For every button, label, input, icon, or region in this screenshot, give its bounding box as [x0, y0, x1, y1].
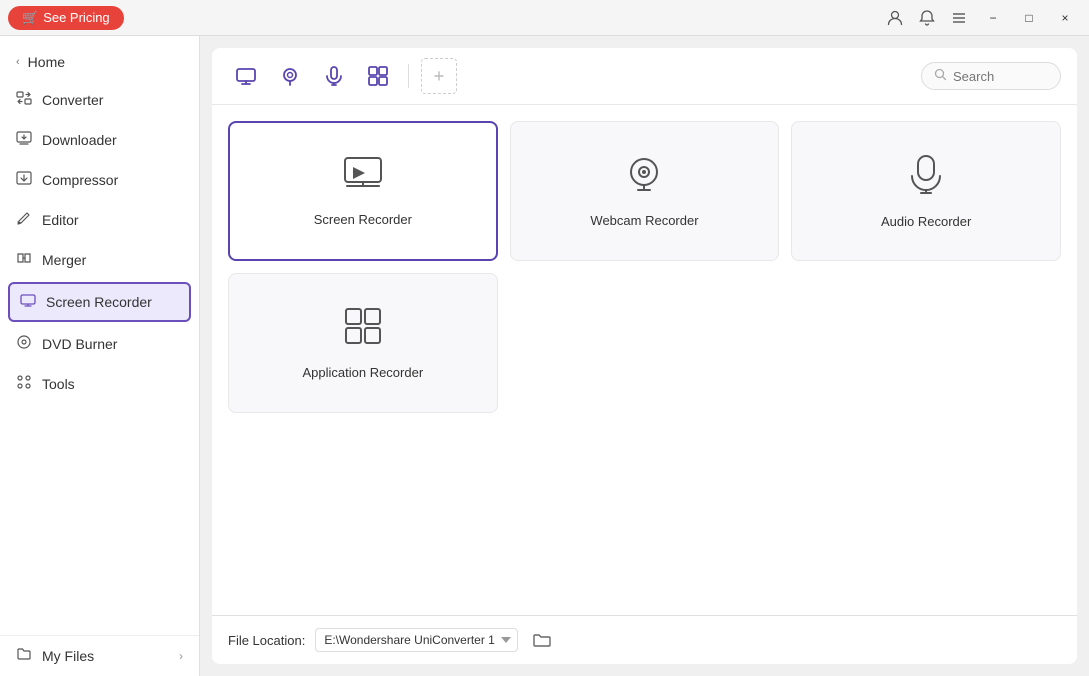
tab-webcam-recorder[interactable] — [272, 58, 308, 94]
footer-bar: File Location: E:\Wondershare UniConvert… — [212, 615, 1077, 664]
webcam-recorder-card-icon — [625, 155, 663, 201]
dvd-burner-icon — [16, 334, 32, 354]
minimize-button[interactable]: − — [977, 4, 1009, 32]
sidebar-item-merger[interactable]: Merger — [0, 240, 199, 280]
compressor-label: Compressor — [42, 172, 118, 188]
editor-label: Editor — [42, 212, 79, 228]
application-recorder-card-icon — [344, 307, 382, 353]
toolbar-divider — [408, 64, 409, 88]
sidebar-item-downloader[interactable]: Downloader — [0, 120, 199, 160]
screen-recorder-nav-label: Screen Recorder — [46, 294, 152, 310]
search-icon — [934, 68, 947, 84]
tools-icon — [16, 374, 32, 394]
editor-icon — [16, 210, 32, 230]
add-tab-button[interactable] — [421, 58, 457, 94]
main-panel: Screen Recorder Webcam Recorder — [212, 48, 1077, 664]
screen-recorder-nav-icon — [20, 292, 36, 312]
merger-label: Merger — [42, 252, 86, 268]
toolbar — [212, 48, 1077, 105]
close-button[interactable]: × — [1049, 4, 1081, 32]
search-box — [921, 62, 1061, 90]
tab-application-recorder[interactable] — [360, 58, 396, 94]
sidebar-item-tools[interactable]: Tools — [0, 364, 199, 404]
dvd-burner-label: DVD Burner — [42, 336, 117, 352]
see-pricing-button[interactable]: 🛒 See Pricing — [8, 6, 124, 30]
search-input[interactable] — [953, 69, 1043, 84]
sidebar-item-dvd-burner[interactable]: DVD Burner — [0, 324, 199, 364]
sidebar-item-compressor[interactable]: Compressor — [0, 160, 199, 200]
sidebar-spacer — [0, 404, 199, 635]
file-location-label: File Location: — [228, 633, 305, 648]
see-pricing-label: See Pricing — [43, 10, 109, 25]
card-application-recorder[interactable]: Application Recorder — [228, 273, 498, 413]
card-screen-recorder[interactable]: Screen Recorder — [228, 121, 498, 261]
app-body: ‹ Home Converter Do — [0, 36, 1089, 676]
sidebar: ‹ Home Converter Do — [0, 36, 200, 676]
webcam-recorder-card-label: Webcam Recorder — [590, 213, 698, 228]
screen-recorder-card-icon — [343, 156, 383, 200]
compressor-icon — [16, 170, 32, 190]
audio-recorder-card-label: Audio Recorder — [881, 214, 971, 229]
converter-icon — [16, 90, 32, 110]
sidebar-item-converter[interactable]: Converter — [0, 80, 199, 120]
tools-label: Tools — [42, 376, 75, 392]
notification-icon[interactable] — [913, 4, 941, 32]
downloader-label: Downloader — [42, 132, 117, 148]
merger-icon — [16, 250, 32, 270]
my-files-label: My Files — [42, 648, 94, 664]
screen-recorder-card-label: Screen Recorder — [314, 212, 412, 227]
sidebar-home[interactable]: ‹ Home — [0, 44, 199, 80]
sidebar-my-files[interactable]: My Files › — [0, 635, 199, 676]
downloader-icon — [16, 130, 32, 150]
titlebar: 🛒 See Pricing − □ × — [0, 0, 1089, 36]
menu-icon[interactable] — [945, 4, 973, 32]
file-location-select[interactable]: E:\Wondershare UniConverter 1 — [315, 628, 518, 652]
cart-icon: 🛒 — [22, 10, 38, 26]
tab-screen-recorder[interactable] — [228, 58, 264, 94]
back-icon: ‹ — [16, 56, 20, 68]
sidebar-item-editor[interactable]: Editor — [0, 200, 199, 240]
sidebar-item-screen-recorder[interactable]: Screen Recorder — [8, 282, 191, 322]
home-label: Home — [28, 54, 65, 70]
audio-recorder-card-icon — [908, 154, 944, 202]
user-icon[interactable] — [881, 4, 909, 32]
converter-label: Converter — [42, 92, 103, 108]
main-content: Screen Recorder Webcam Recorder — [200, 36, 1089, 676]
card-webcam-recorder[interactable]: Webcam Recorder — [510, 121, 780, 261]
cards-area: Screen Recorder Webcam Recorder — [212, 105, 1077, 615]
my-files-icon — [16, 646, 32, 666]
browse-folder-button[interactable] — [528, 626, 556, 654]
maximize-button[interactable]: □ — [1013, 4, 1045, 32]
card-audio-recorder[interactable]: Audio Recorder — [791, 121, 1061, 261]
my-files-arrow: › — [179, 649, 183, 663]
application-recorder-card-label: Application Recorder — [302, 365, 423, 380]
tab-audio-recorder[interactable] — [316, 58, 352, 94]
